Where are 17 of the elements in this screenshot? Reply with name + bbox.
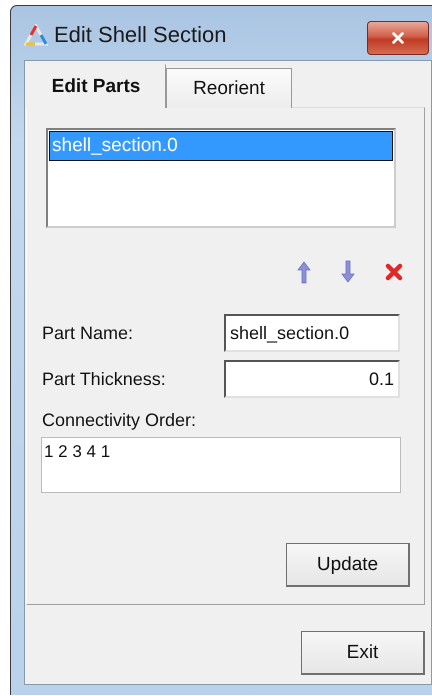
tab[interactable]: Edit Parts <box>26 64 166 108</box>
delete-icon[interactable] <box>385 263 403 281</box>
input-field[interactable]: shell_section.0 <box>224 314 400 352</box>
close-button[interactable] <box>367 21 429 55</box>
close-icon <box>390 31 406 45</box>
arrow-down-icon[interactable] <box>341 260 355 284</box>
arrow-up-icon[interactable] <box>297 260 311 284</box>
update-button[interactable]: Update <box>286 543 410 587</box>
field-label: Part Name: <box>42 322 134 344</box>
exit-button[interactable]: Exit <box>301 631 425 675</box>
input-field[interactable]: 0.1 <box>224 360 400 398</box>
tab[interactable]: Reorient <box>166 68 292 108</box>
app-logo-icon <box>24 24 48 48</box>
field-label: Part Thickness: <box>42 368 167 390</box>
field-label: Connectivity Order: <box>42 410 198 431</box>
text-area[interactable]: 1 2 3 4 1 <box>41 437 401 493</box>
window-title: Edit Shell Section <box>54 22 228 48</box>
